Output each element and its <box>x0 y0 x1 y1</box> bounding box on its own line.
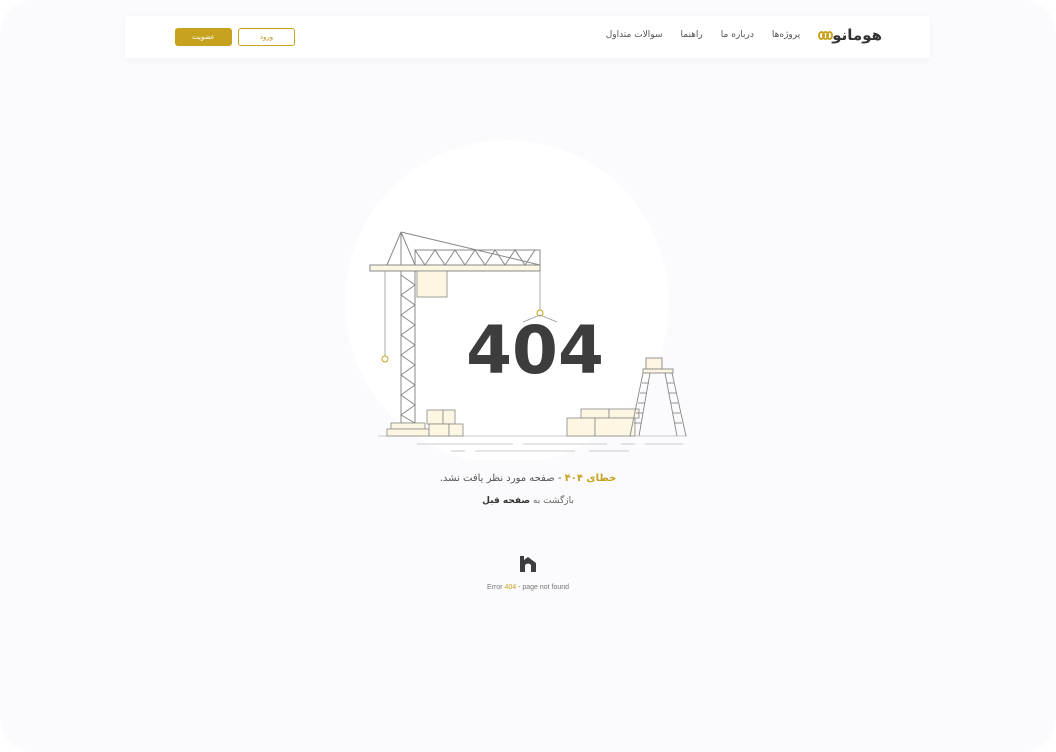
footer-error-code: 404 <box>504 584 517 591</box>
crane-cabin <box>416 270 448 298</box>
previous-page-link[interactable]: صفحه قبل <box>482 496 530 506</box>
big-404-text: 404 <box>466 312 604 389</box>
error-message: خطای ۴۰۴ - صفحه مورد نظر یافت نشد. <box>0 473 1056 484</box>
hook-icon <box>381 355 389 363</box>
main-menu: پروژه‌ها درباره ما راهنما سوالات متداول <box>606 30 801 40</box>
footer-error-prefix: Error <box>486 584 505 591</box>
back-line: بازگشت به صفحه قبل <box>0 496 1056 506</box>
auth-buttons: عضویت ورود <box>175 28 295 46</box>
home-icon[interactable] <box>518 553 538 573</box>
page-background: عضویت ورود هومانو پروژه‌ها درباره ما راه… <box>0 0 1056 752</box>
error-code-label: خطای ۴۰۴ <box>564 473 617 484</box>
logo-text: هومانو <box>832 26 882 44</box>
menu-item-projects[interactable]: پروژه‌ها <box>772 30 800 40</box>
footer-error-suffix: - page not found <box>516 584 570 591</box>
logo-mark-icon <box>818 30 834 40</box>
brand-logo[interactable]: هومانو <box>818 26 882 44</box>
menu-item-about[interactable]: درباره ما <box>721 30 754 40</box>
menu-item-guide[interactable]: راهنما <box>681 30 703 40</box>
crane-base-lower <box>386 428 430 437</box>
back-prefix: بازگشت به <box>530 496 574 506</box>
signup-button[interactable]: عضویت <box>175 28 232 46</box>
crane-base <box>390 422 426 430</box>
login-button[interactable]: ورود <box>238 28 295 46</box>
error-description: - صفحه مورد نظر یافت نشد. <box>439 473 565 484</box>
menu-item-faq[interactable]: سوالات متداول <box>606 30 663 40</box>
construction-404-illustration: 404 <box>345 140 687 460</box>
nav-right: هومانو پروژه‌ها درباره ما راهنما سوالات … <box>606 26 883 44</box>
top-navbar: عضویت ورود هومانو پروژه‌ها درباره ما راه… <box>125 16 930 58</box>
footer-error-text: Error 404 - page not found <box>0 584 1056 591</box>
